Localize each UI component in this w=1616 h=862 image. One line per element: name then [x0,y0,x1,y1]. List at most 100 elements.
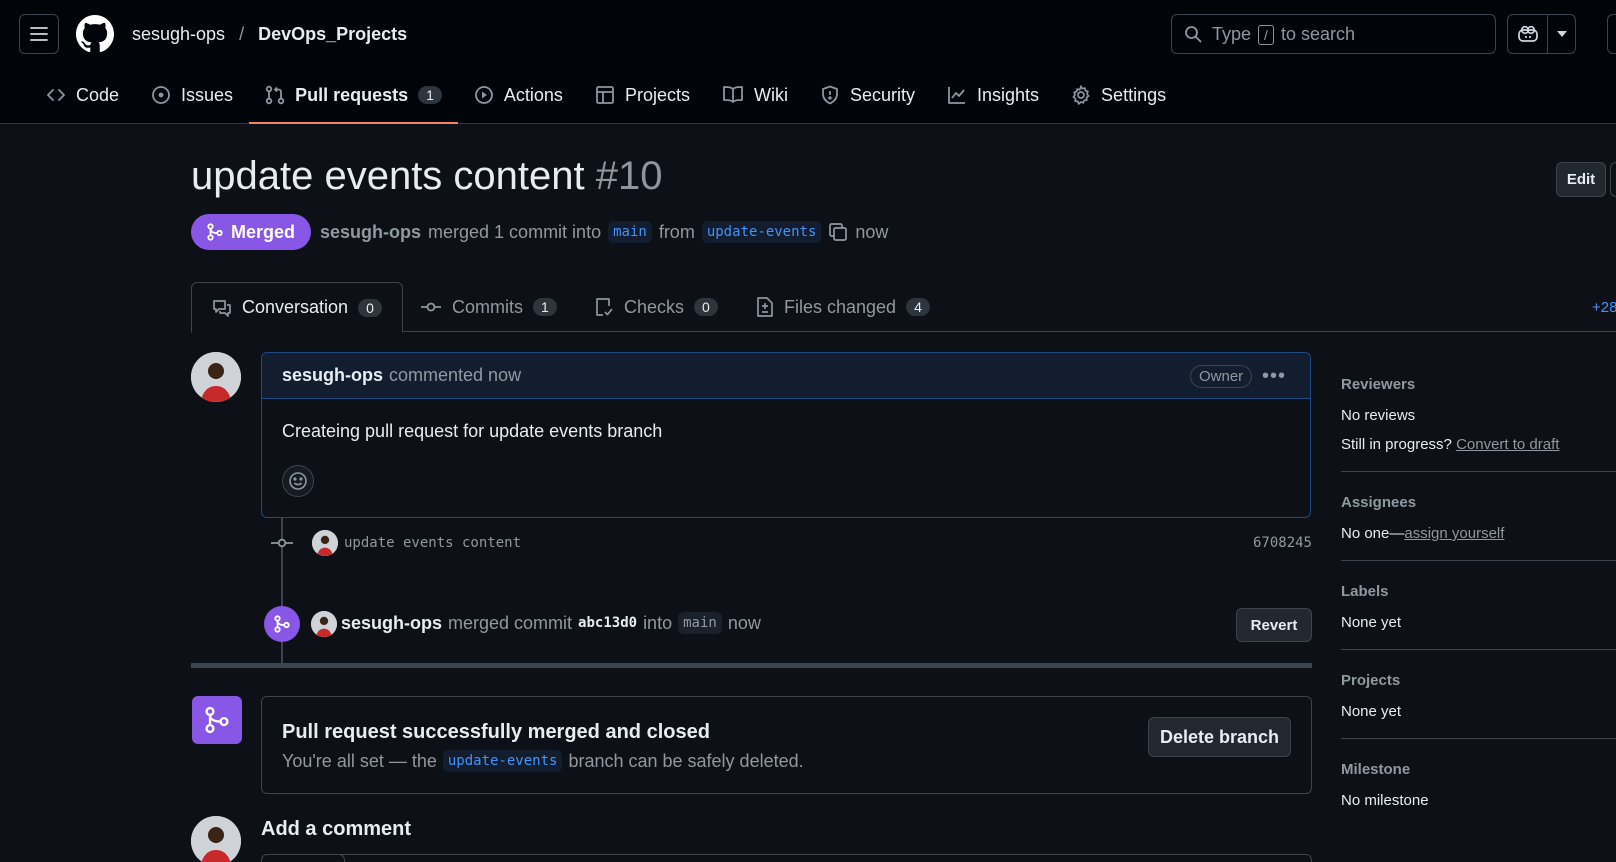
nav-actions[interactable]: Actions [458,78,579,112]
merge-commit-sha[interactable]: abc13d0 [578,615,637,631]
still-in-progress: Still in progress? Convert to draft [1341,436,1616,453]
checklist-icon [596,298,613,316]
nav-settings[interactable]: Settings [1055,78,1182,112]
merged-suffix: branch can be safely deleted. [568,750,804,771]
breadcrumb-separator: / [239,24,245,44]
pr-author-link[interactable]: sesugh-ops [320,222,421,243]
owner-badge: Owner [1190,365,1253,388]
assign-yourself-link[interactable]: assign yourself [1404,525,1504,542]
nav-code[interactable]: Code [30,78,135,112]
copy-icon[interactable] [828,222,848,242]
milestone-value: No milestone [1341,792,1429,809]
still-in-progress-text: Still in progress? [1341,436,1452,453]
comment-action: commented now [389,365,522,385]
nav-wiki[interactable]: Wiki [706,78,804,112]
comment-author[interactable]: sesugh-ops [282,365,383,386]
merge-avatar[interactable] [311,611,337,637]
composer-write-tab[interactable] [261,854,345,862]
github-logo[interactable] [76,15,114,53]
tab-files-changed-label: Files changed [784,296,897,317]
nav-code-label: Code [76,84,120,105]
kebab-horizontal-icon[interactable]: ••• [1262,365,1286,388]
breadcrumb: sesugh-ops / DevOps_Projects [132,24,407,45]
pr-title: update events content #10 [191,154,663,199]
base-branch[interactable]: main [608,221,652,243]
copilot-dropdown[interactable] [1548,15,1575,53]
nav-security-label: Security [849,84,915,105]
avatar[interactable] [191,352,241,402]
merged-status-icon [192,696,242,744]
sidebar-assignees: Assignees No one—assign yourself [1341,488,1616,561]
search-placeholder-after: to search [1280,23,1355,44]
issue-opened-icon [152,86,170,104]
timeline-divider [191,663,1312,668]
pr-meta: sesugh-ops merged 1 commit into main fro… [320,221,888,243]
merged-status-box: Pull request successfully merged and clo… [261,696,1312,794]
convert-to-draft-link[interactable]: Convert to draft [1456,436,1559,453]
git-merge-icon [205,706,229,734]
comment-composer[interactable] [261,854,1312,862]
merge-author[interactable]: sesugh-ops [341,613,442,634]
sidebar-milestone: Milestone No milestone [1341,755,1616,827]
code-dropdown-button[interactable] [1610,162,1616,197]
commit-message-link[interactable]: update events content [344,535,521,551]
reviewers-value: No reviews [1341,407,1416,424]
nav-projects[interactable]: Projects [579,78,706,112]
user-avatar-icon [312,530,338,556]
add-reaction-button[interactable] [282,465,314,497]
reviewers-heading[interactable]: Reviewers [1341,376,1616,393]
comment-box: sesugh-ops commented now Owner ••• Creat… [261,352,1311,518]
menu-button[interactable] [19,14,59,54]
repo-owner-link[interactable]: sesugh-ops [132,24,225,45]
create-new-button[interactable] [1607,14,1616,54]
nav-security[interactable]: Security [804,78,931,112]
merge-action: merged commit [448,612,573,633]
copilot-button[interactable] [1508,15,1548,53]
user-avatar-icon [311,611,337,637]
gear-icon [1072,85,1090,105]
search-icon [1185,26,1202,43]
projects-value: None yet [1341,703,1402,720]
revert-button[interactable]: Revert [1236,608,1312,642]
nav-settings-label: Settings [1101,84,1167,105]
labels-value: None yet [1341,614,1402,631]
head-branch[interactable]: update-events [701,221,822,243]
labels-heading[interactable]: Labels [1341,583,1616,600]
comment-header: sesugh-ops commented now Owner ••• [262,353,1310,399]
file-diff-icon [757,297,773,317]
tab-commits[interactable]: Commits 1 [420,282,557,332]
tab-files-changed[interactable]: Files changed 4 [756,282,930,332]
delete-branch-button[interactable]: Delete branch [1148,717,1291,757]
github-mark-icon [76,15,114,53]
nav-pull-requests-label: Pull requests [295,84,409,105]
nav-actions-label: Actions [503,84,563,105]
smiley-icon [289,472,307,490]
pr-state-label: Merged [231,221,296,242]
tab-checks[interactable]: Checks 0 [594,282,718,332]
git-commit-icon [421,302,441,312]
user-avatar-icon [191,352,241,402]
tab-conversation[interactable]: Conversation 0 [191,282,403,333]
assignees-heading[interactable]: Assignees [1341,494,1616,511]
copilot-icon [1517,25,1538,42]
merge-base-branch[interactable]: main [678,612,722,634]
pr-merged-text: merged 1 commit into [428,221,602,242]
milestone-heading[interactable]: Milestone [1341,761,1616,778]
nav-issues[interactable]: Issues [135,78,249,112]
commit-sha-link[interactable]: 6708245 [1253,535,1312,551]
tab-checks-count: 0 [694,298,718,316]
nav-pull-requests[interactable]: Pull requests 1 [249,78,458,124]
commit-avatar[interactable] [312,530,338,556]
search-placeholder-before: Type [1212,23,1252,44]
sidebar-labels: Labels None yet [1341,577,1616,650]
sidebar-projects: Projects None yet [1341,666,1616,739]
sidebar-reviewers: Reviewers No reviews Still in progress? … [1341,370,1616,472]
repo-name-link[interactable]: DevOps_Projects [258,24,407,45]
user-avatar-icon [191,816,241,862]
edit-title-button[interactable]: Edit [1556,162,1606,197]
nav-insights[interactable]: Insights [931,78,1055,112]
hamburger-icon [30,27,48,41]
search-input[interactable]: Type / to search [1171,14,1496,54]
projects-heading[interactable]: Projects [1341,672,1616,689]
merged-branch-name[interactable]: update-events [442,750,563,772]
